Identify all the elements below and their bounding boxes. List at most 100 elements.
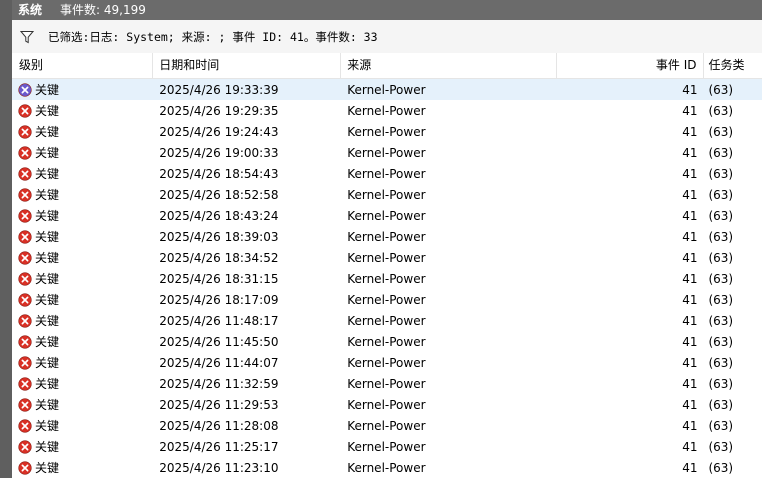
column-header-source[interactable]: 来源 <box>341 53 558 78</box>
cell-source: Kernel-Power <box>347 292 426 307</box>
cell-source: Kernel-Power <box>347 313 426 328</box>
table-row[interactable]: 关键 2025/4/26 18:34:52 Kernel-Power 41 (63) <box>12 247 762 268</box>
cell-task: (63) <box>708 229 734 244</box>
cell-task: (63) <box>708 208 734 223</box>
table-row[interactable]: 关键 2025/4/26 19:29:35 Kernel-Power 41 (63) <box>12 100 762 121</box>
cell-datetime: 2025/4/26 18:43:24 <box>159 208 279 223</box>
table-row[interactable]: 关键 2025/4/26 18:31:15 Kernel-Power 41 (63) <box>12 268 762 289</box>
table-row[interactable]: 关键 2025/4/26 11:28:08 Kernel-Power 41 (63) <box>12 415 762 436</box>
table-row[interactable]: 关键 2025/4/26 11:25:17 Kernel-Power 41 (63) <box>12 436 762 457</box>
cell-source: Kernel-Power <box>347 82 426 97</box>
cell-datetime: 2025/4/26 19:33:39 <box>159 82 279 97</box>
cell-datetime: 2025/4/26 19:00:33 <box>159 145 279 160</box>
cell-source: Kernel-Power <box>347 229 426 244</box>
table-row[interactable]: 关键 2025/4/26 11:44:07 Kernel-Power 41 (63) <box>12 352 762 373</box>
cell-task: (63) <box>708 460 734 475</box>
cell-source: Kernel-Power <box>347 187 426 202</box>
cell-source: Kernel-Power <box>347 355 426 370</box>
table-row[interactable]: 关键 2025/4/26 18:43:24 Kernel-Power 41 (63) <box>12 205 762 226</box>
cell-source: Kernel-Power <box>347 334 426 349</box>
cell-datetime: 2025/4/26 18:54:43 <box>159 166 279 181</box>
table-row[interactable]: 关键 2025/4/26 11:23:10 Kernel-Power 41 (63) <box>12 457 762 478</box>
table-row[interactable]: 关键 2025/4/26 19:33:39 Kernel-Power 41 (63) <box>12 79 762 100</box>
event-rows: 关键 2025/4/26 19:33:39 Kernel-Power 41 (63) 关键… <box>12 79 762 478</box>
cell-source: Kernel-Power <box>347 250 426 265</box>
log-name: 系统 <box>18 3 43 17</box>
cell-event-id: 41 <box>682 460 698 475</box>
cell-source: Kernel-Power <box>347 103 426 118</box>
table-row[interactable]: 关键 2025/4/26 18:54:43 Kernel-Power 41 (63) <box>12 163 762 184</box>
cell-source: Kernel-Power <box>347 460 426 475</box>
cell-datetime: 2025/4/26 11:28:08 <box>159 418 279 433</box>
cell-datetime: 2025/4/26 11:29:53 <box>159 397 279 412</box>
cell-task: (63) <box>708 103 734 118</box>
cell-task: (63) <box>708 439 734 454</box>
cell-source: Kernel-Power <box>347 166 426 181</box>
cell-event-id: 41 <box>682 145 698 160</box>
cell-datetime: 2025/4/26 11:23:10 <box>159 460 279 475</box>
cell-datetime: 2025/4/26 11:32:59 <box>159 376 279 391</box>
cell-task: (63) <box>708 397 734 412</box>
cell-event-id: 41 <box>682 124 698 139</box>
cell-datetime: 2025/4/26 11:45:50 <box>159 334 279 349</box>
column-header-task[interactable]: 任务类 <box>704 53 762 78</box>
table-row[interactable]: 关键 2025/4/26 18:39:03 Kernel-Power 41 (63) <box>12 226 762 247</box>
cell-event-id: 41 <box>682 313 698 328</box>
cell-datetime: 2025/4/26 19:29:35 <box>159 103 279 118</box>
cell-event-id: 41 <box>682 250 698 265</box>
cell-datetime: 2025/4/26 18:17:09 <box>159 292 279 307</box>
cell-event-id: 41 <box>682 208 698 223</box>
cell-datetime: 2025/4/26 18:31:15 <box>159 271 279 286</box>
filter-funnel-icon <box>18 28 36 46</box>
cell-datetime: 2025/4/26 11:25:17 <box>159 439 279 454</box>
cell-datetime: 2025/4/26 11:44:07 <box>159 355 279 370</box>
cell-event-id: 41 <box>682 439 698 454</box>
event-table[interactable]: 级别 日期和时间 来源 事件 ID 任务类 关键 2025/4/26 19:33:… <box>12 53 762 478</box>
cell-datetime: 2025/4/26 18:52:58 <box>159 187 279 202</box>
cell-task: (63) <box>708 250 734 265</box>
table-row[interactable]: 关键 2025/4/26 19:24:43 Kernel-Power 41 (63) <box>12 121 762 142</box>
cell-task: (63) <box>708 376 734 391</box>
cell-event-id: 41 <box>682 292 698 307</box>
column-header-datetime[interactable]: 日期和时间 <box>153 53 342 78</box>
cell-task: (63) <box>708 166 734 181</box>
left-panel-edge <box>0 0 12 478</box>
cell-task: (63) <box>708 82 734 97</box>
table-row[interactable]: 关键 2025/4/26 18:17:09 Kernel-Power 41 (63) <box>12 289 762 310</box>
table-row[interactable]: 关键 2025/4/26 19:00:33 Kernel-Power 41 (63) <box>12 142 762 163</box>
cell-task: (63) <box>708 271 734 286</box>
cell-task: (63) <box>708 334 734 349</box>
cell-task: (63) <box>708 124 734 139</box>
cell-source: Kernel-Power <box>347 145 426 160</box>
filter-description: 已筛选:日志: System; 来源: ; 事件 ID: 41。事件数: 33 <box>48 29 378 44</box>
cell-event-id: 41 <box>682 397 698 412</box>
cell-task: (63) <box>708 145 734 160</box>
cell-source: Kernel-Power <box>347 124 426 139</box>
table-row[interactable]: 关键 2025/4/26 11:45:50 Kernel-Power 41 (63) <box>12 331 762 352</box>
cell-task: (63) <box>708 292 734 307</box>
cell-task: (63) <box>708 313 734 328</box>
column-header-event-id[interactable]: 事件 ID <box>557 53 704 78</box>
table-row[interactable]: 关键 2025/4/26 11:29:53 Kernel-Power 41 (63) <box>12 394 762 415</box>
table-row[interactable]: 关键 2025/4/26 11:32:59 Kernel-Power 41 (63) <box>12 373 762 394</box>
cell-datetime: 2025/4/26 18:39:03 <box>159 229 279 244</box>
cell-event-id: 41 <box>682 334 698 349</box>
cell-datetime: 2025/4/26 11:48:17 <box>159 313 279 328</box>
cell-event-id: 41 <box>682 103 698 118</box>
cell-datetime: 2025/4/26 19:24:43 <box>159 124 279 139</box>
cell-source: Kernel-Power <box>347 271 426 286</box>
column-header-level[interactable]: 级别 <box>12 53 154 78</box>
cell-source: Kernel-Power <box>347 397 426 412</box>
cell-task: (63) <box>708 355 734 370</box>
log-title-bar: 系统 事件数: 49,199 <box>12 0 762 20</box>
event-count: 事件数: 49,199 <box>60 3 146 17</box>
filter-bar: 已筛选:日志: System; 来源: ; 事件 ID: 41。事件数: 33 <box>12 20 762 54</box>
table-row[interactable]: 关键 2025/4/26 11:48:17 Kernel-Power 41 (63) <box>12 310 762 331</box>
cell-source: Kernel-Power <box>347 376 426 391</box>
cell-task: (63) <box>708 187 734 202</box>
cell-event-id: 41 <box>682 187 698 202</box>
cell-datetime: 2025/4/26 18:34:52 <box>159 250 279 265</box>
cell-event-id: 41 <box>682 82 698 97</box>
cell-event-id: 41 <box>682 271 698 286</box>
table-row[interactable]: 关键 2025/4/26 18:52:58 Kernel-Power 41 (63) <box>12 184 762 205</box>
